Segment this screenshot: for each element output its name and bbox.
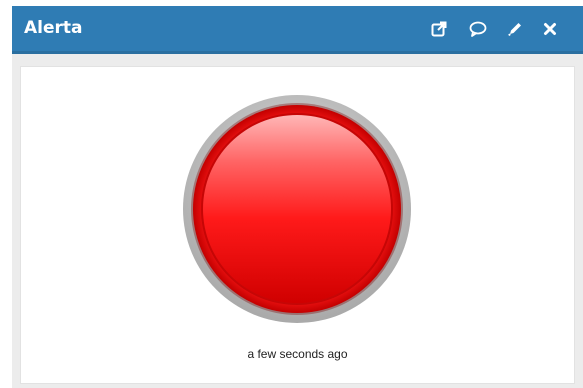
pencil-icon [508,23,521,37]
widget-title: Alerta [24,18,83,38]
alert-timestamp: a few seconds ago [247,347,348,361]
comment-icon [469,21,487,37]
status-led-icon [183,95,411,323]
close-button[interactable] [539,18,561,40]
close-icon [544,23,556,35]
external-link-button[interactable] [428,18,450,40]
edit-button[interactable] [504,18,526,40]
alert-widget: Alerta a few seconds ago [12,6,583,388]
comment-button[interactable] [467,18,489,40]
widget-header: Alerta [12,6,583,54]
external-link-icon [431,21,447,37]
widget-content: a few seconds ago [20,66,575,384]
